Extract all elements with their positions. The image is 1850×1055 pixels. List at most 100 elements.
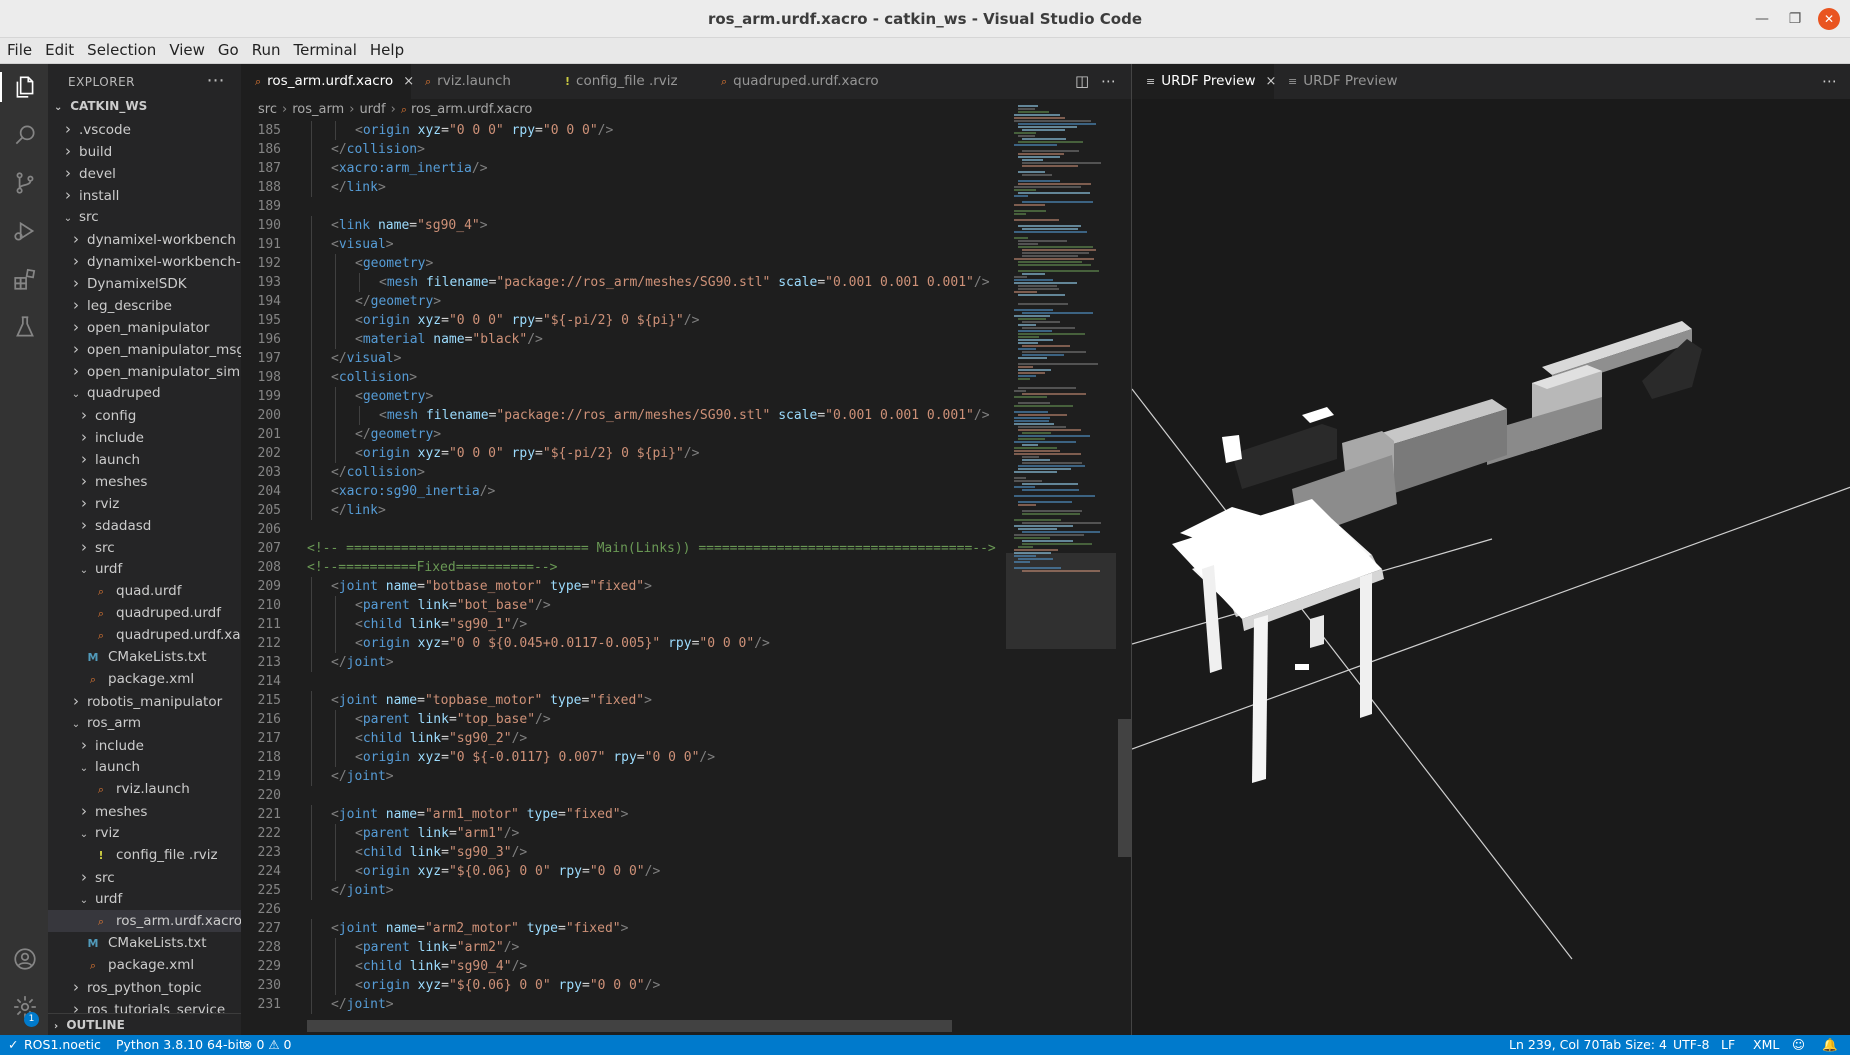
python-interpreter[interactable]: Python 3.8.10 64-bit (116, 1037, 244, 1052)
tab-ros-arm-urdf-xacro[interactable]: ⌕ ros_arm.urdf.xacro × (241, 64, 414, 99)
code-line[interactable]: 208 <!--==========Fixed==========--> (241, 558, 1006, 577)
code-line[interactable]: 190 <link name="sg90_4"> (241, 216, 1006, 235)
code-line[interactable]: 198 <collision> (241, 368, 1006, 387)
tree-item[interactable]: › ros_python_topic (48, 976, 241, 998)
code-line[interactable]: 204 <xacro:sg90_inertia/> (241, 482, 1006, 501)
tree-item[interactable]: ⌕ package.xml (48, 668, 241, 690)
code-line[interactable]: 224 <origin xyz="${0.06} 0 0" rpy="0 0 0"… (241, 862, 1006, 881)
maximize-icon[interactable]: ❐ (1785, 9, 1805, 29)
code-line[interactable]: 215 <joint name="topbase_motor" type="fix… (241, 691, 1006, 710)
tree-item[interactable]: ⌕ quadruped.urdf.xacro (48, 624, 241, 646)
run-debug-icon[interactable] (12, 218, 38, 244)
tab-size[interactable]: Tab Size: 4 (1600, 1037, 1667, 1052)
code-line[interactable]: 197 </visual> (241, 349, 1006, 368)
code-line[interactable]: 187 <xacro:arm_inertia/> (241, 159, 1006, 178)
tree-item[interactable]: ⌄ rviz (48, 822, 241, 844)
tree-item[interactable]: ⌄ ros_arm (48, 712, 241, 734)
tree-item[interactable]: ⌄ launch (48, 756, 241, 778)
search-icon[interactable] (12, 122, 38, 148)
breadcrumb-ros-arm[interactable]: ros_arm (292, 102, 344, 117)
more-actions-icon[interactable]: ⋯ (1101, 72, 1116, 90)
workspace-header[interactable]: ⌄ CATKIN_WS (48, 96, 241, 118)
menu-terminal[interactable]: Terminal (287, 38, 363, 59)
tree-item[interactable]: › include (48, 734, 241, 756)
tree-item[interactable]: › devel (48, 162, 241, 184)
tree-item[interactable]: ⌕ quad.urdf (48, 580, 241, 602)
tree-item[interactable]: ⌕ package.xml (48, 954, 241, 976)
explorer-icon[interactable] (12, 74, 38, 100)
code-line[interactable]: 193 <mesh filename = "package://ros_arm/mes… (241, 273, 1006, 292)
tree-item[interactable]: ⌕ ros_arm.urdf.xacro (48, 910, 241, 932)
tab-quadruped-urdf-xacro[interactable]: ⌕ quadruped.urdf.xacro (707, 64, 887, 99)
feedback-icon[interactable]: ☺ (1792, 1037, 1805, 1052)
code-line[interactable]: 203 </collision> (241, 463, 1006, 482)
minimize-icon[interactable]: — (1752, 9, 1772, 29)
code-line[interactable]: 214 (241, 672, 1006, 691)
code-line[interactable]: 206 (241, 520, 1006, 539)
tree-item[interactable]: ⌄ urdf (48, 558, 241, 580)
menu-selection[interactable]: Selection (80, 38, 162, 59)
code-editor[interactable]: 185 <origin xyz="0 0 0" rpy="0 0 0"/> 186 <… (241, 121, 1006, 1017)
code-line[interactable]: 213 </joint> (241, 653, 1006, 672)
tree-item[interactable]: › dynamixel-workbench (48, 228, 241, 250)
split-editor-icon[interactable]: ◫ (1075, 72, 1089, 90)
code-line[interactable]: 217 <child link="sg90_2"/> (241, 729, 1006, 748)
menu-help[interactable]: Help (363, 38, 410, 59)
breadcrumb-urdf[interactable]: urdf (359, 102, 385, 117)
horizontal-scrollbar[interactable] (307, 1020, 952, 1032)
tree-item[interactable]: › rviz (48, 492, 241, 514)
code-line[interactable]: 191 <visual> (241, 235, 1006, 254)
tab-urdf-preview-active[interactable]: ≡ URDF Preview × (1132, 64, 1276, 99)
source-control-icon[interactable] (12, 170, 38, 196)
tree-item[interactable]: › include (48, 426, 241, 448)
code-line[interactable]: 230 <origin xyz="${0.06} 0 0" rpy="0 0 0"… (241, 976, 1006, 995)
vertical-scrollbar[interactable] (1118, 719, 1131, 857)
tree-item[interactable]: › open_manipulator (48, 316, 241, 338)
tree-item[interactable]: › meshes (48, 800, 241, 822)
code-line[interactable]: 196 <material name="black"/> (241, 330, 1006, 349)
code-line[interactable]: 202 <origin xyz="0 0 0" rpy="${-pi/2} 0 $… (241, 444, 1006, 463)
end-of-line[interactable]: LF (1721, 1037, 1735, 1052)
tree-item[interactable]: ! config_file .rviz (48, 844, 241, 866)
tree-item[interactable]: › config (48, 404, 241, 426)
code-line[interactable]: 205 </link> (241, 501, 1006, 520)
code-line[interactable]: 219 </joint> (241, 767, 1006, 786)
breadcrumb-src[interactable]: src (258, 102, 277, 117)
code-line[interactable]: 221 <joint name="arm1_motor" type="fixed"… (241, 805, 1006, 824)
code-line[interactable]: 225 </joint> (241, 881, 1006, 900)
code-line[interactable]: 188 </link> (241, 178, 1006, 197)
code-line[interactable]: 200 <mesh filename = "package://ros_arm/mes… (241, 406, 1006, 425)
menu-view[interactable]: View (162, 38, 211, 59)
code-line[interactable]: 218 <origin xyz="0 ${-0.0117} 0.007" rpy=… (241, 748, 1006, 767)
menu-run[interactable]: Run (245, 38, 287, 59)
code-line[interactable]: 231 </joint> (241, 995, 1006, 1014)
code-line[interactable]: 210 <parent link="bot_base"/> (241, 596, 1006, 615)
code-line[interactable]: 211 <child link="sg90_1"/> (241, 615, 1006, 634)
problems-count[interactable]: ⊗ 0 ⚠ 0 (242, 1037, 292, 1052)
code-line[interactable]: 189 (241, 197, 1006, 216)
breadcrumb-file[interactable]: ros_arm.urdf.xacro (411, 102, 532, 117)
tree-item[interactable]: ⌄ urdf (48, 888, 241, 910)
more-actions-icon[interactable]: ⋯ (1822, 72, 1837, 90)
code-line[interactable]: 192 <geometry> (241, 254, 1006, 273)
code-line[interactable]: 201 </geometry> (241, 425, 1006, 444)
code-line[interactable]: 194 </geometry> (241, 292, 1006, 311)
tree-item[interactable]: M CMakeLists.txt (48, 932, 241, 954)
tree-item[interactable]: › install (48, 184, 241, 206)
code-line[interactable]: 229 <child link="sg90_4"/> (241, 957, 1006, 976)
encoding[interactable]: UTF-8 (1673, 1037, 1709, 1052)
language-mode[interactable]: XML (1753, 1037, 1779, 1052)
tree-item[interactable]: › src (48, 866, 241, 888)
tree-item[interactable]: ⌄ src (48, 206, 241, 228)
menu-go[interactable]: Go (211, 38, 245, 59)
code-line[interactable]: 186 </collision> (241, 140, 1006, 159)
ros-environment[interactable]: ✓ ROS1.noetic (0, 1035, 104, 1055)
more-actions-icon[interactable]: ⋯ (207, 70, 226, 91)
tree-item[interactable]: › open_manipulator_sim... (48, 360, 241, 382)
code-line[interactable]: 209 <joint name="botbase_motor" type="fix… (241, 577, 1006, 596)
tree-item[interactable]: › meshes (48, 470, 241, 492)
tab-rviz-launch[interactable]: ⌕ rviz.launch (411, 64, 551, 99)
menu-edit[interactable]: Edit (38, 38, 80, 59)
code-line[interactable]: 216 <parent link="top_base"/> (241, 710, 1006, 729)
cursor-position[interactable]: Ln 239, Col 70 (1509, 1037, 1599, 1052)
